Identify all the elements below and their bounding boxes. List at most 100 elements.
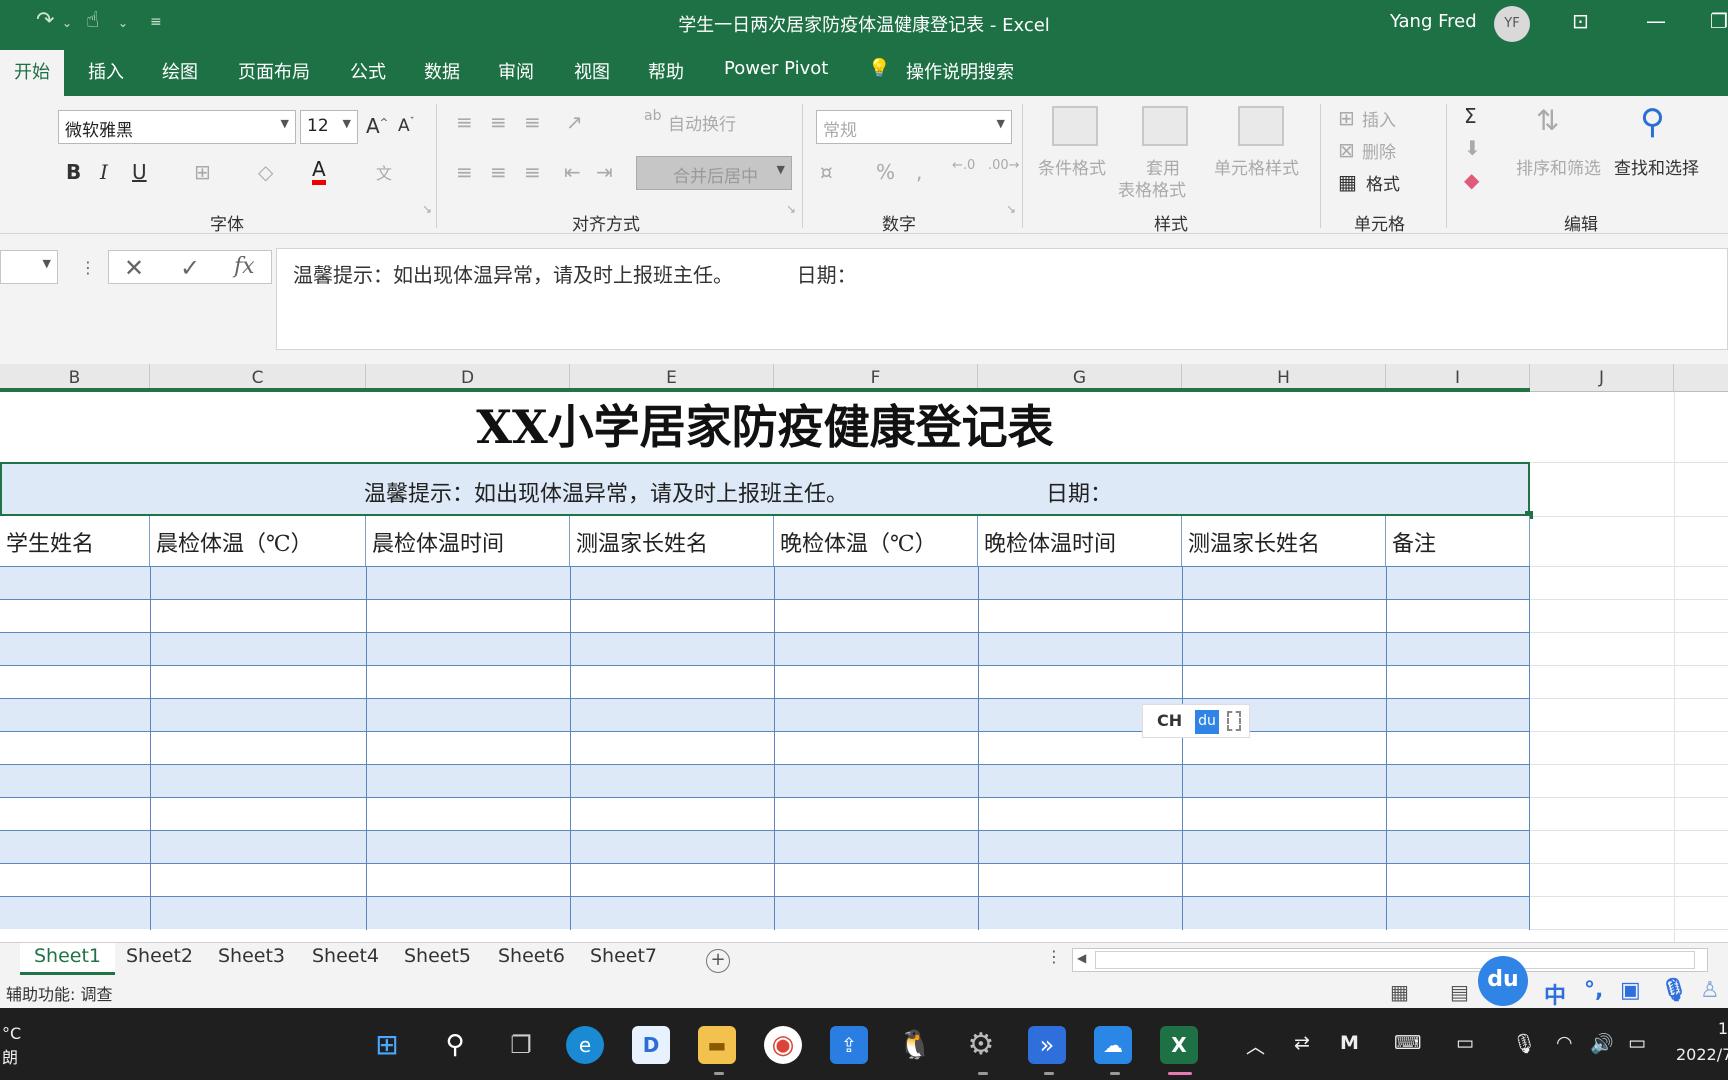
header-parent-name-pm[interactable]: 测温家长姓名	[1182, 516, 1386, 566]
user-icon[interactable]: ♙	[1700, 978, 1720, 1003]
restore-icon[interactable]: ❐	[1710, 9, 1728, 33]
table-row[interactable]	[0, 896, 1530, 930]
bold-icon[interactable]: B	[66, 160, 81, 184]
ribbon-display-icon[interactable]: ⊡	[1572, 9, 1589, 33]
increase-decimal-icon[interactable]: ←.0	[952, 158, 975, 173]
keyboard-icon[interactable]: ⌨	[1394, 1032, 1421, 1054]
table-row[interactable]	[0, 797, 1530, 831]
insert-function-icon[interactable]: fx	[234, 254, 255, 279]
delete-cells-icon[interactable]: ⊠	[1338, 138, 1355, 162]
chevron-down-icon[interactable]: ▼	[43, 257, 51, 270]
align-right-icon[interactable]: ≡	[524, 160, 541, 184]
screenshot-icon[interactable]	[1227, 711, 1241, 731]
user-name[interactable]: Yang Fred	[1390, 11, 1477, 32]
add-sheet-icon[interactable]: +	[706, 949, 730, 973]
conditional-format-label[interactable]: 条件格式	[1038, 154, 1106, 179]
toolbox-icon[interactable]: ▣	[1620, 978, 1641, 1003]
conditional-format-icon[interactable]	[1052, 106, 1098, 146]
weather-widget[interactable]: °C 朗	[2, 1022, 21, 1070]
qq-icon[interactable]: 🐧	[896, 1026, 934, 1064]
grow-font-icon[interactable]: A^	[366, 114, 388, 138]
decrease-indent-icon[interactable]: ⇤	[564, 160, 581, 184]
autosum-icon[interactable]: Σ	[1464, 104, 1477, 128]
chevron-up-icon[interactable]: ︿	[1246, 1032, 1265, 1059]
scroll-left-icon[interactable]: ◀	[1077, 951, 1086, 965]
settings-gear-icon[interactable]: ⚙	[962, 1026, 1000, 1064]
tab-insert[interactable]: 插入	[88, 58, 124, 84]
tab-view[interactable]: 视图	[574, 58, 610, 84]
accounting-format-icon[interactable]: ¤	[820, 160, 833, 184]
comma-style-icon[interactable]: ,	[916, 160, 922, 184]
table-row[interactable]	[0, 599, 1530, 633]
table-row[interactable]	[0, 731, 1530, 765]
minimize-icon[interactable]: —	[1646, 9, 1666, 33]
font-dialog-launcher-icon[interactable]: ↘	[422, 202, 432, 216]
chrome-browser-icon[interactable]: ◉	[764, 1026, 802, 1064]
accessibility-status[interactable]: 辅助功能: 调查	[6, 981, 112, 1005]
windows-start-icon[interactable]: ⊞	[368, 1026, 406, 1064]
header-evening-time[interactable]: 晚检体温时间	[978, 516, 1182, 566]
sort-filter-icon[interactable]: ⇅	[1536, 104, 1559, 137]
tab-power-pivot[interactable]: Power Pivot	[724, 58, 828, 79]
align-left-icon[interactable]: ≡	[456, 160, 473, 184]
document-app-icon[interactable]: D	[632, 1026, 670, 1064]
align-middle-icon[interactable]: ≡	[490, 110, 507, 134]
sliders-icon[interactable]: ⇄	[1294, 1032, 1310, 1054]
decrease-decimal-icon[interactable]: .00→	[988, 158, 1020, 173]
selected-tip-cell[interactable]: 温馨提示：如出现体温异常，请及时上报班主任。 日期：	[0, 462, 1533, 519]
table-row[interactable]	[0, 632, 1530, 666]
cell-style-label[interactable]: 单元格样式	[1214, 154, 1299, 179]
delete-cells-label[interactable]: 删除	[1362, 138, 1396, 163]
format-cells-label[interactable]: 格式	[1366, 170, 1400, 195]
tab-help[interactable]: 帮助	[648, 58, 684, 84]
table-row[interactable]	[0, 830, 1530, 864]
normal-view-icon[interactable]: ▦	[1390, 980, 1409, 1004]
italic-icon[interactable]: I	[100, 160, 108, 184]
align-top-icon[interactable]: ≡	[456, 110, 473, 134]
display-icon[interactable]: ▭	[1456, 1032, 1474, 1054]
excel-icon[interactable]: X	[1160, 1026, 1198, 1064]
enter-icon[interactable]: ✓	[180, 254, 200, 282]
tab-formulas[interactable]: 公式	[350, 58, 386, 84]
task-view-icon[interactable]: ❐	[502, 1026, 540, 1064]
percent-style-icon[interactable]: %	[876, 160, 895, 184]
column-header-j[interactable]: J	[1530, 364, 1674, 392]
header-parent-name-am[interactable]: 测温家长姓名	[570, 516, 774, 566]
ime-toolbar[interactable]: CH du	[1142, 704, 1250, 738]
formula-input[interactable]: 温馨提示：如出现体温异常，请及时上报班主任。 日期：	[276, 248, 1728, 350]
volume-icon[interactable]: 🔊	[1590, 1032, 1614, 1055]
find-select-label[interactable]: 查找和选择	[1614, 154, 1699, 179]
page-layout-view-icon[interactable]: ▤	[1450, 980, 1469, 1004]
worksheet-grid[interactable]: B C D E F G H I J XX小学居家防疫健康登记表 温馨提示：如出现…	[0, 364, 1728, 942]
scroll-thumb[interactable]	[1095, 951, 1695, 969]
avatar[interactable]: YF	[1494, 6, 1530, 42]
file-explorer-icon[interactable]: ▬	[698, 1026, 736, 1064]
tab-page-layout[interactable]: 页面布局	[238, 58, 310, 84]
sheet-tab-7[interactable]: Sheet7	[576, 943, 671, 975]
underline-icon[interactable]: U	[132, 160, 147, 184]
fill-color-icon[interactable]: ◇	[258, 160, 273, 184]
sheet-tab-5[interactable]: Sheet5	[390, 943, 485, 975]
table-format-label-2[interactable]: 表格格式	[1118, 176, 1186, 201]
wifi-icon[interactable]: ◠	[1556, 1032, 1573, 1054]
clear-icon[interactable]: ◆	[1464, 168, 1479, 192]
splitter-icon[interactable]: ⋮	[1046, 947, 1062, 966]
chevron-down-icon[interactable]: ▼	[281, 117, 289, 130]
tab-data[interactable]: 数据	[424, 58, 460, 84]
microphone-icon[interactable]: 🎙	[1512, 1032, 1536, 1055]
sheet-tab-3[interactable]: Sheet3	[204, 943, 299, 975]
font-size-combo[interactable]: 12 ▼	[300, 110, 358, 144]
header-morning-time[interactable]: 晨检体温时间	[366, 516, 570, 566]
sheet-tab-1[interactable]: Sheet1	[20, 943, 116, 975]
horizontal-scrollbar[interactable]: ◀	[1072, 948, 1708, 972]
system-clock[interactable]: 1 2022/7	[1676, 1016, 1728, 1068]
header-evening-temp[interactable]: 晚检体温（℃）	[774, 516, 978, 566]
font-color-icon[interactable]: A	[312, 158, 326, 185]
table-row[interactable]	[0, 764, 1530, 798]
border-icon[interactable]: ⊞	[194, 160, 211, 184]
mail-icon[interactable]: M	[1340, 1032, 1359, 1054]
power-automate-icon[interactable]: »	[1028, 1026, 1066, 1064]
chevron-down-icon[interactable]: ▼	[777, 163, 785, 176]
wrap-text-label[interactable]: 自动换行	[668, 110, 736, 135]
header-morning-temp[interactable]: 晨检体温（℃）	[150, 516, 366, 566]
